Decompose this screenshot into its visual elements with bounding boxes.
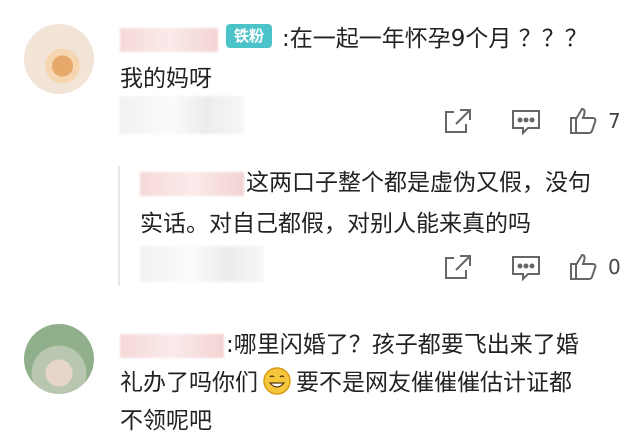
username-redacted[interactable] (120, 334, 224, 358)
thumbs-up-icon (570, 107, 597, 134)
username-redacted[interactable] (140, 172, 244, 196)
share-button[interactable] (442, 108, 474, 136)
like-count: 7 (608, 109, 621, 133)
comment-icon (512, 110, 540, 136)
avatar[interactable] (24, 324, 94, 394)
reply-meta-redacted (140, 246, 264, 282)
comment-meta-redacted (120, 96, 244, 134)
reply-text: 实话。对自己都假，对别人能来真的吗 (140, 211, 531, 237)
like-count: 0 (608, 255, 621, 279)
comment-text: :哪里闪婚了？孩子都要飞出来了婚 (226, 332, 579, 358)
comment-text: 不领呢吧 (120, 408, 212, 434)
like-button[interactable]: 7 (568, 106, 621, 136)
like-button[interactable]: 0 (568, 252, 621, 282)
username-redacted[interactable] (120, 28, 218, 52)
comment-text-segment: 礼办了吗你们 (120, 370, 258, 396)
reply-text: 这两口子整个都是虚伪又假，没句 (246, 170, 591, 196)
share-icon (445, 255, 471, 279)
share-icon (445, 109, 471, 133)
comment-button[interactable] (510, 108, 542, 136)
comment-text: 我的妈呀 (120, 66, 212, 92)
emoji-icon (262, 366, 292, 406)
fan-badge: 铁粉 (226, 24, 273, 48)
avatar[interactable] (24, 24, 94, 94)
thumbs-up-icon (570, 253, 597, 280)
comment-text-segment: 要不是网友催催催估计证都 (296, 370, 572, 396)
share-button[interactable] (442, 254, 474, 282)
comment-text: 礼办了吗你们 要不是网友催催催估计证都 (120, 366, 572, 406)
comment-text: :在一起一年怀孕9个月 ？？？ (282, 26, 588, 52)
comment-button[interactable] (510, 254, 542, 282)
reply-divider (118, 166, 120, 286)
comment-icon (512, 256, 540, 282)
